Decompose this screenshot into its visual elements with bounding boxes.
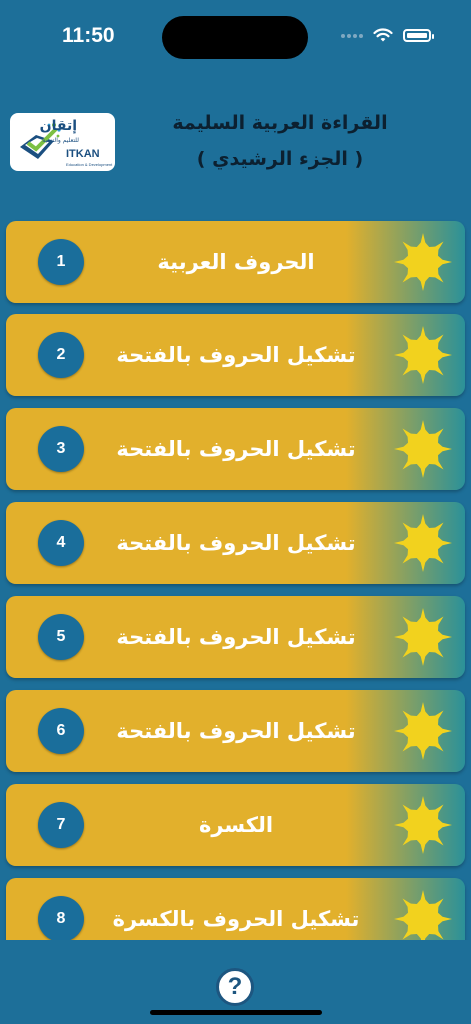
lesson-title: تشكيل الحروف بالفتحة [116,343,356,367]
logo-arabic-text: إتقان [39,118,77,134]
wifi-icon [373,28,393,42]
star-ornament-icon [394,890,452,940]
logo-english-text: ITKAN [66,148,100,160]
lesson-item[interactable]: 8 تشكيل الحروف بالكسرة [6,878,465,940]
lesson-item[interactable]: 2 تشكيل الحروف بالفتحة [6,314,465,396]
lesson-list[interactable]: 1 الحروف العربية 2 تشكيل الحروف بالفتحة … [0,210,471,940]
camera-notch [162,16,308,59]
star-ornament-icon [394,702,452,760]
lesson-number-badge: 8 [38,896,84,940]
star-ornament-icon [394,796,452,854]
lesson-title: تشكيل الحروف بالفتحة [116,531,356,555]
lesson-number-badge: 5 [38,614,84,660]
lesson-title: تشكيل الحروف بالفتحة [116,437,356,461]
logo-arabic-subtext: للتعليم والتنمية [42,137,79,144]
page-subtitle: ( الجزء الرشيدي ) [196,148,364,170]
lesson-item[interactable]: 4 تشكيل الحروف بالفتحة [6,502,465,584]
battery-icon [403,29,434,42]
itkan-logo: إتقان للتعليم والتنمية ITKAN Education &… [10,113,115,171]
star-ornament-icon [394,514,452,572]
star-ornament-icon [394,326,452,384]
lesson-number-badge: 1 [38,239,84,285]
lesson-title: الحروف العربية [157,250,315,274]
lesson-number-badge: 6 [38,708,84,754]
status-bar: 11:50 [0,0,471,80]
star-ornament-icon [394,233,452,291]
lesson-title: تشكيل الحروف بالفتحة [116,719,356,743]
star-ornament-icon [394,420,452,478]
lesson-number-badge: 4 [38,520,84,566]
lesson-number-badge: 3 [38,426,84,472]
lesson-title: الكسرة [198,813,274,837]
status-icons [341,28,434,43]
lesson-item[interactable]: 5 تشكيل الحروف بالفتحة [6,596,465,678]
star-ornament-icon [394,608,452,666]
lesson-title: تشكيل الحروف بالفتحة [116,625,356,649]
lesson-item[interactable]: 7 الكسرة [6,784,465,866]
status-time: 11:50 [62,24,115,47]
logo-english-subtext: Education & Development [66,162,113,167]
cellular-signal-icon [341,33,363,38]
lesson-item[interactable]: 1 الحروف العربية [6,221,465,303]
lesson-number-badge: 7 [38,802,84,848]
lesson-title: تشكيل الحروف بالكسرة [112,907,360,931]
lesson-number-badge: 2 [38,332,84,378]
help-button[interactable]: ? [216,968,254,1006]
home-indicator[interactable] [150,1010,322,1015]
page-title: القراءة العربية السليمة [172,112,388,134]
lesson-item[interactable]: 3 تشكيل الحروف بالفتحة [6,408,465,490]
lesson-item[interactable]: 6 تشكيل الحروف بالفتحة [6,690,465,772]
